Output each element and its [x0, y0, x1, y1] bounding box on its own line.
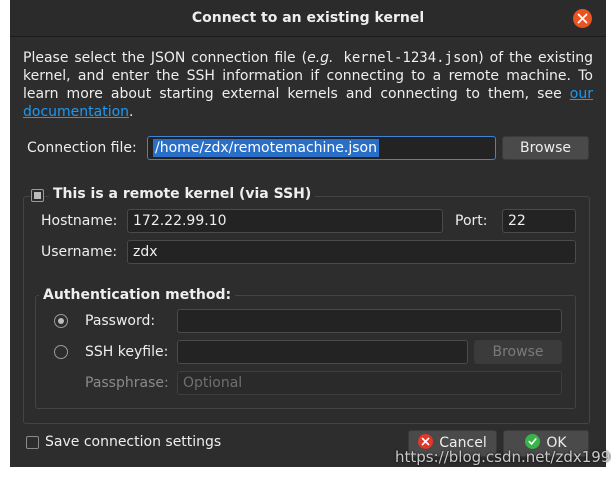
cancel-icon — [418, 434, 434, 449]
check-icon — [525, 434, 541, 449]
close-button[interactable] — [573, 9, 592, 28]
save-settings-label[interactable]: Save connection settings — [45, 434, 221, 450]
intro-part1: Please select the JSON connection file ( — [23, 50, 308, 66]
connection-file-value: /home/zdx/remotemachine.json — [153, 139, 379, 157]
ssh-keyfile-radio[interactable] — [54, 345, 68, 359]
username-label: Username: — [41, 244, 118, 260]
close-icon — [577, 13, 588, 24]
intro-code-example: kernel-1234.json — [333, 50, 479, 66]
passphrase-label: Passphrase: — [85, 375, 169, 391]
dialog-title: Connect to an existing kernel — [191, 10, 425, 26]
authentication-group-title: Authentication method: — [39, 287, 236, 303]
username-value: zdx — [133, 244, 158, 260]
hostname-label: Hostname: — [41, 213, 118, 229]
username-input[interactable]: zdx — [127, 240, 576, 264]
password-radio[interactable] — [54, 314, 68, 328]
connection-file-label: Connection file: — [27, 140, 137, 156]
watermark-text: https://blog.csdn.net/zdx1996 — [395, 448, 611, 466]
port-value: 22 — [508, 213, 526, 229]
documentation-link[interactable]: documentation — [23, 104, 129, 120]
passphrase-placeholder: Optional — [183, 375, 243, 391]
password-input[interactable] — [177, 309, 562, 333]
hostname-value: 172.22.99.10 — [133, 213, 227, 229]
documentation-link-our[interactable]: our — [570, 86, 593, 102]
ssh-keyfile-input[interactable] — [177, 340, 468, 364]
passphrase-input[interactable]: Optional — [177, 371, 562, 395]
ssh-keyfile-label[interactable]: SSH keyfile: — [85, 344, 168, 360]
save-settings-checkbox[interactable] — [26, 436, 39, 449]
connection-file-browse-button[interactable]: Browse — [502, 136, 589, 160]
remote-kernel-checkbox[interactable] — [31, 189, 44, 202]
connection-file-input[interactable]: /home/zdx/remotemachine.json — [147, 136, 496, 160]
remote-kernel-checkbox-label[interactable]: This is a remote kernel (via SSH) — [49, 186, 316, 202]
password-label[interactable]: Password: — [85, 313, 155, 329]
intro-text: Please select the JSON connection file (… — [23, 49, 593, 121]
intro-end: . — [129, 104, 134, 120]
intro-eg: e.g. — [307, 50, 334, 66]
ssh-keyfile-browse-button[interactable]: Browse — [474, 340, 562, 364]
title-bar: Connect to an existing kernel — [10, 0, 606, 37]
connect-kernel-dialog: Connect to an existing kernel Please sel… — [10, 0, 606, 467]
hostname-input[interactable]: 172.22.99.10 — [127, 209, 443, 233]
port-label: Port: — [455, 213, 488, 229]
port-input[interactable]: 22 — [502, 209, 576, 233]
